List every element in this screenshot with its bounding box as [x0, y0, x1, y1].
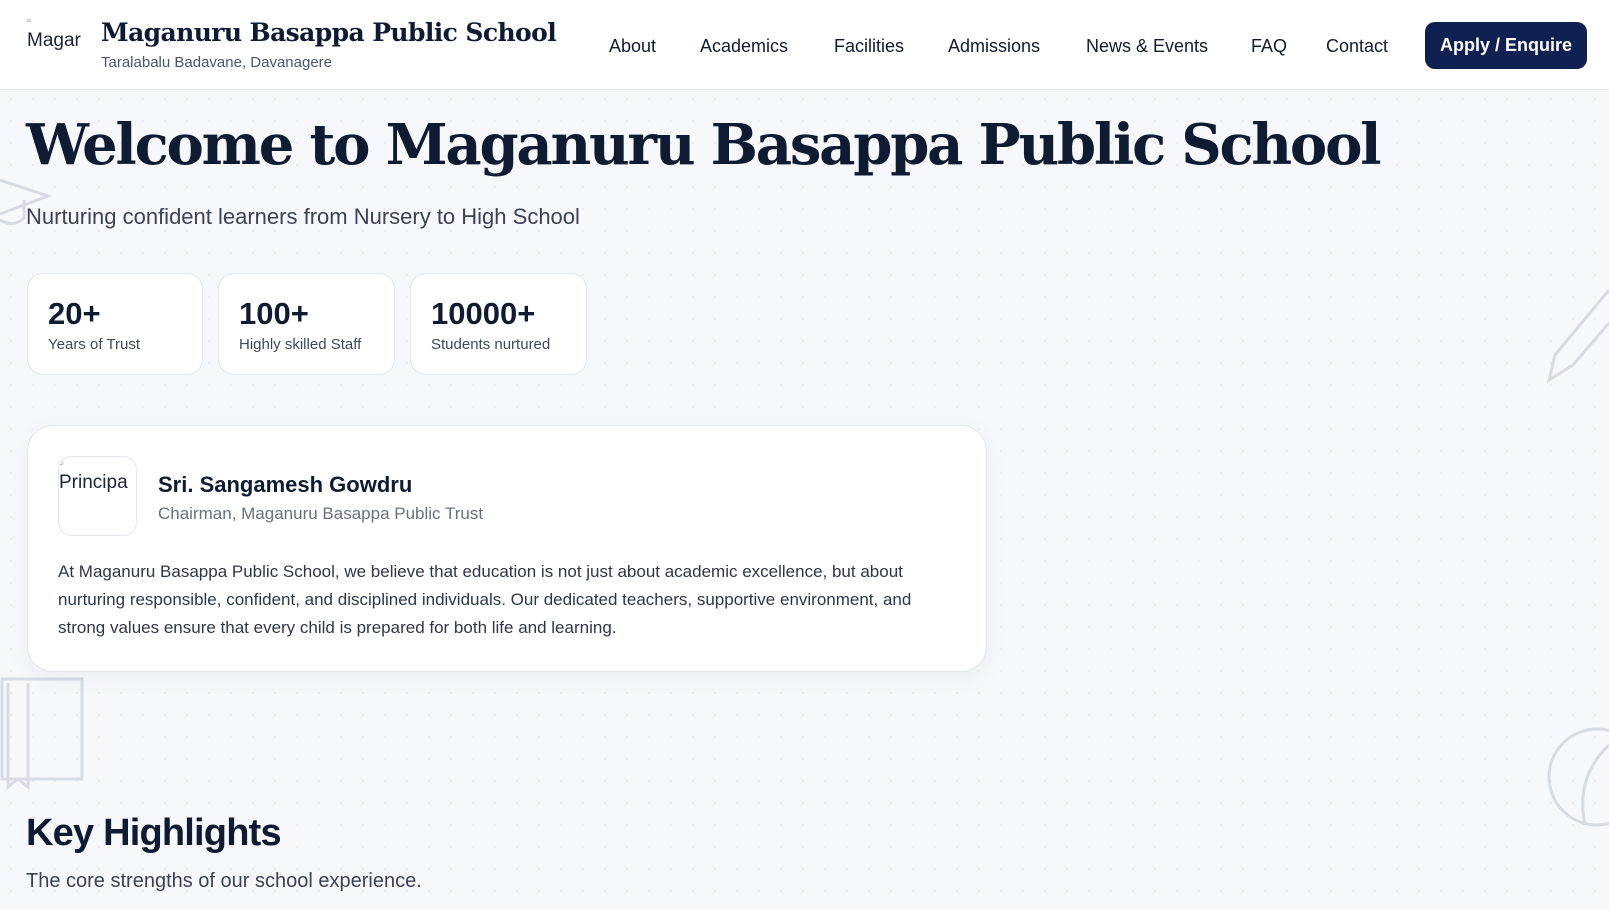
logo-alt-text: Magar [27, 29, 81, 51]
broken-image-icon: ▫ [59, 458, 63, 470]
apply-enquire-button[interactable]: Apply / Enquire [1425, 22, 1587, 69]
hero-title: Welcome to Maganuru Basappa Public Schoo… [26, 112, 1382, 178]
section-title: Key Highlights [26, 812, 282, 854]
nav-academics[interactable]: Academics [700, 36, 788, 57]
school-logo[interactable]: ▫ Magar [27, 15, 87, 73]
stat-value: 20+ [48, 296, 101, 331]
nav-admissions[interactable]: Admissions [948, 36, 1040, 57]
chairman-role: Chairman, Maganuru Basappa Public Trust [158, 504, 484, 523]
stat-card: 20+ Years of Trust [27, 273, 203, 375]
brand-title[interactable]: Maganuru Basappa Public School [101, 18, 557, 47]
stat-value: 10000+ [431, 296, 536, 331]
chairman-name: Sri. Sangamesh Gowdru [158, 472, 413, 497]
nav-contact[interactable]: Contact [1326, 36, 1388, 57]
nav-faq[interactable]: FAQ [1251, 36, 1287, 57]
chairman-message-card: ▫ Principa Sri. Sangamesh Gowdru Chairma… [27, 425, 987, 672]
hero-subtitle: Nurturing confident learners from Nurser… [26, 204, 580, 229]
broken-image-icon: ▫ [27, 15, 31, 27]
stat-label: Students nurtured [431, 336, 551, 353]
stat-label: Years of Trust [48, 336, 140, 353]
stat-card: 10000+ Students nurtured [410, 273, 587, 375]
stat-value: 100+ [239, 296, 309, 331]
nav-about[interactable]: About [609, 36, 656, 57]
site-header: ▫ Magar Maganuru Basappa Public School T… [0, 0, 1609, 90]
ball-icon [1547, 727, 1609, 827]
brand-location: Taralabalu Badavane, Davanagere [101, 54, 332, 71]
section-subtitle: The core strengths of our school experie… [26, 870, 422, 892]
book-icon [0, 677, 84, 790]
nav-facilities[interactable]: Facilities [834, 36, 904, 57]
nav-news-events[interactable]: News & Events [1086, 36, 1208, 57]
avatar: ▫ Principa [58, 456, 137, 536]
avatar-alt-text: Principa [59, 472, 128, 493]
pencil-icon [1546, 289, 1609, 384]
stat-card: 100+ Highly skilled Staff [218, 273, 395, 375]
stat-label: Highly skilled Staff [239, 336, 362, 353]
chairman-message: At Maganuru Basappa Public School, we be… [58, 562, 912, 637]
